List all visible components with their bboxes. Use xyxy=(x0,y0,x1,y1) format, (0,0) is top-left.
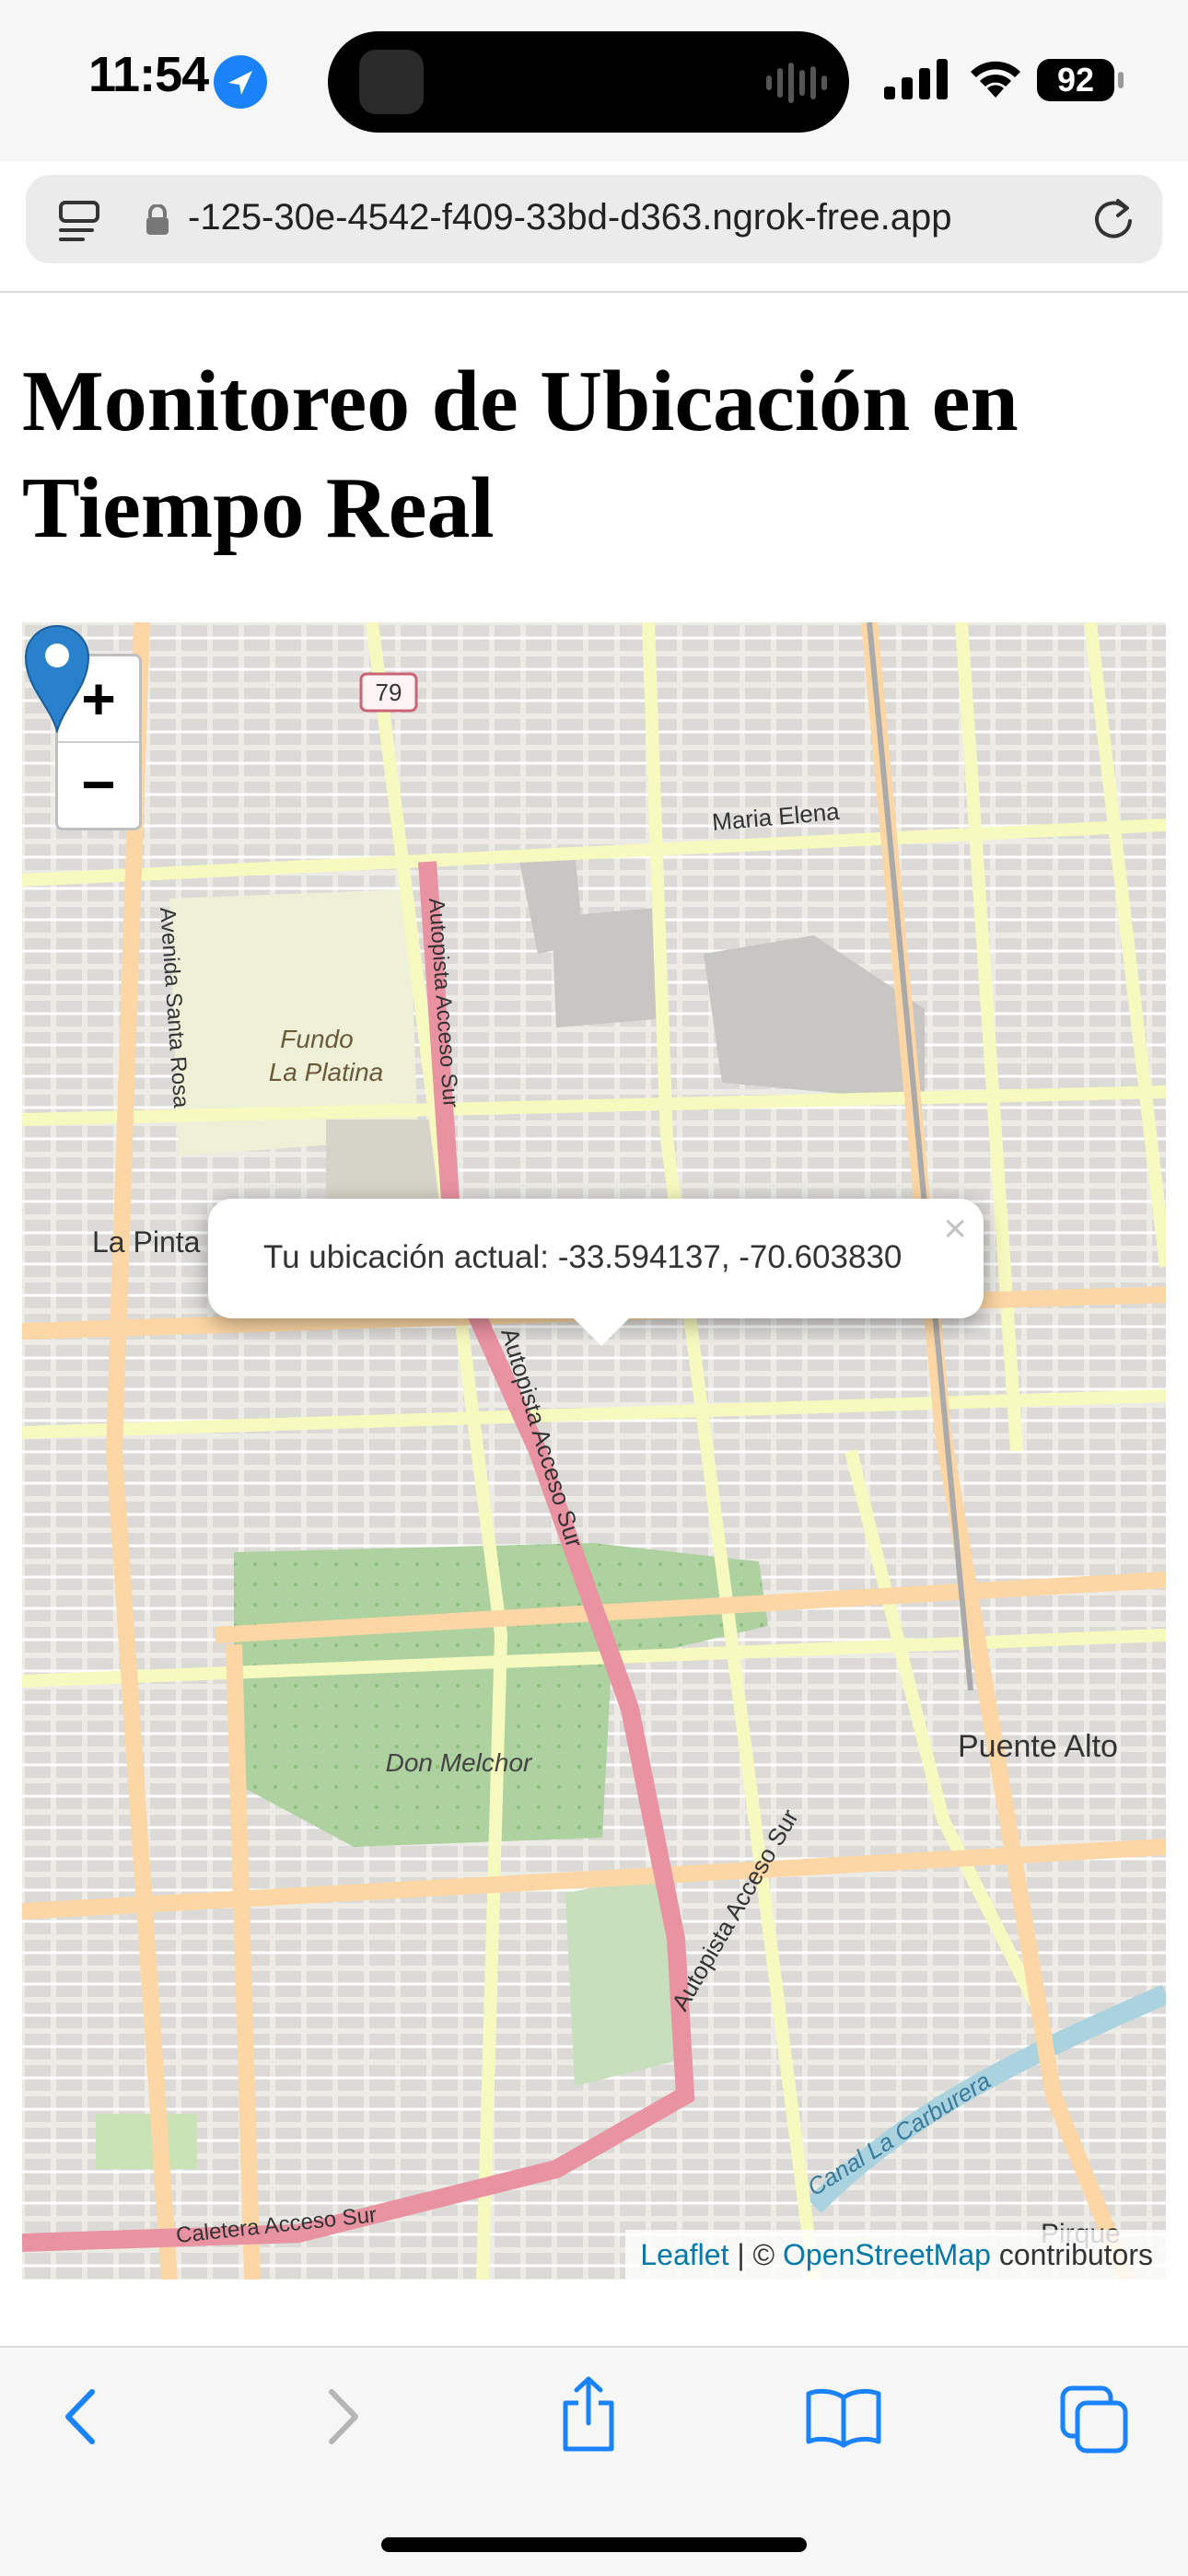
battery-icon: 92 xyxy=(1037,59,1114,101)
map-attribution: Leaflet | © OpenStreetMap contributors xyxy=(625,2230,1166,2280)
status-bar: 11:54 92 xyxy=(0,0,1188,161)
reload-icon[interactable] xyxy=(1089,195,1138,245)
lock-icon xyxy=(146,204,169,235)
url-text[interactable]: -125-30e-4542-f409-33bd-d363.ngrok-free.… xyxy=(188,197,951,238)
attribution-separator: | © xyxy=(728,2238,784,2271)
popup-close-button[interactable]: × xyxy=(943,1206,967,1252)
popup-text: Tu ubicación actual: -33.594137, -70.603… xyxy=(263,1239,903,1275)
status-time: 11:54 xyxy=(88,47,209,102)
popup-tip xyxy=(566,1311,636,1346)
signal-icon xyxy=(884,59,948,99)
map-tiles xyxy=(22,622,1166,2280)
location-popup: Tu ubicación actual: -33.594137, -70.603… xyxy=(208,1199,984,1318)
page-title: Monitoreo de Ubicación en Tiempo Real xyxy=(22,354,1019,556)
audio-wave-icon xyxy=(766,63,827,103)
location-marker-icon[interactable] xyxy=(22,622,92,733)
bookmarks-icon[interactable] xyxy=(805,2385,882,2449)
share-icon[interactable] xyxy=(556,2375,621,2453)
dynamic-island xyxy=(328,31,849,133)
map[interactable]: 79 Maria Elena Avenida Santa Rosa Fundo … xyxy=(22,622,1166,2280)
address-bar[interactable]: -125-30e-4542-f409-33bd-d363.ngrok-free.… xyxy=(26,175,1162,263)
forward-icon[interactable] xyxy=(313,2385,368,2449)
tabs-overview-icon[interactable] xyxy=(1059,2385,1129,2454)
home-indicator xyxy=(381,2537,807,2552)
tabs-icon[interactable] xyxy=(57,199,103,245)
leaflet-link[interactable]: Leaflet xyxy=(640,2238,728,2271)
openstreetmap-link[interactable]: OpenStreetMap xyxy=(783,2238,991,2271)
zoom-out-button[interactable]: − xyxy=(58,742,139,827)
wifi-icon xyxy=(971,61,1020,98)
toolbar-divider xyxy=(0,291,1188,293)
location-arrow-icon xyxy=(214,55,267,109)
island-app-icon xyxy=(359,50,424,114)
attribution-suffix: contributors xyxy=(990,2238,1153,2271)
battery-tip xyxy=(1118,72,1124,88)
back-icon[interactable] xyxy=(55,2385,111,2449)
